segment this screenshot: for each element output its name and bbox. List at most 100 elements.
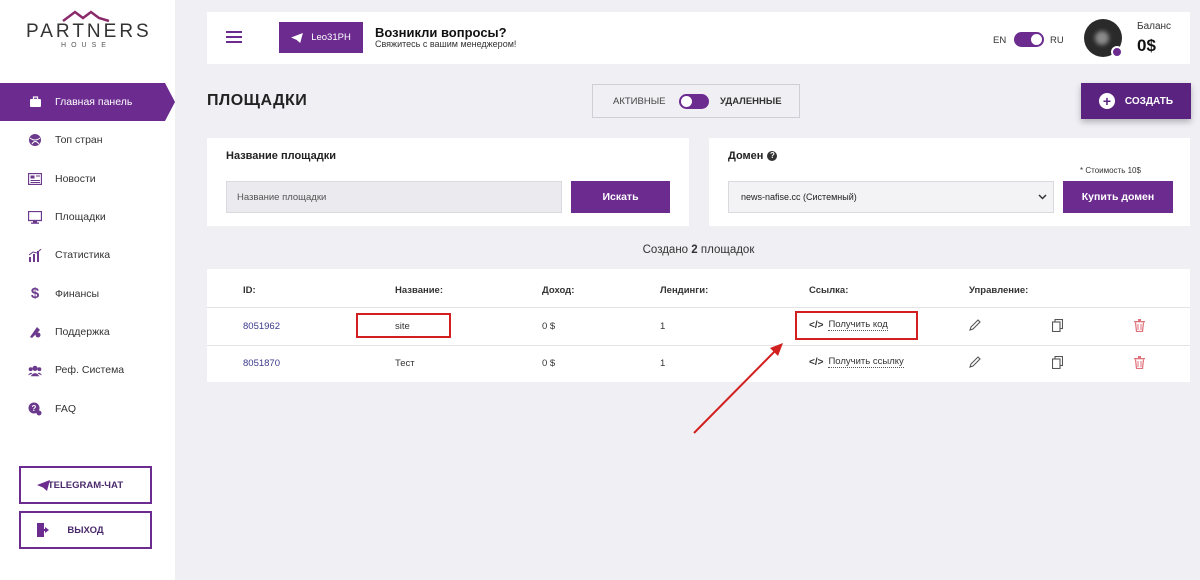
lang-ru-label[interactable]: RU: [1050, 35, 1064, 46]
sidebar-item-label: Финансы: [55, 287, 100, 300]
sidebar-item-dashboard[interactable]: Главная панель: [0, 83, 175, 122]
question-icon[interactable]: ?: [767, 151, 778, 161]
row-income: 0 $: [542, 321, 556, 332]
balance-label: Баланс: [1137, 21, 1172, 32]
created-suffix: площадок: [700, 244, 755, 256]
copy-icon[interactable]: [1052, 319, 1063, 332]
dollar-icon: $: [30, 285, 40, 303]
lang-en-label[interactable]: EN: [993, 35, 1006, 46]
created-count: Создано 2 площадок: [207, 244, 1190, 256]
sidebar-item-support[interactable]: Поддержка: [0, 313, 175, 351]
sidebar-item-label: Топ стран: [55, 134, 103, 147]
domain-card: Домен ? * Стоимость 10$ news-nafise.cc (…: [709, 138, 1190, 226]
search-button[interactable]: Искать: [571, 181, 670, 213]
sidebar-nav: Главная панель Топ стран Новости Площадк…: [0, 83, 175, 428]
table-divider: [207, 307, 1190, 308]
search-label: Название площадки: [226, 150, 336, 162]
create-button[interactable]: + СОЗДАТЬ: [1081, 83, 1191, 119]
domain-label: Домен: [728, 150, 764, 162]
sidebar: PARTNERS HOUSE Главная панель Топ стран …: [0, 0, 175, 580]
created-prefix: Создано: [642, 244, 689, 256]
faq-icon: ?: [28, 402, 42, 416]
domain-select[interactable]: news-nafise.cc (Системный): [728, 181, 1054, 213]
annotation-arrow-icon: [693, 343, 783, 434]
header-link: Ссылка:: [809, 285, 849, 296]
edit-pencil-icon[interactable]: [969, 356, 981, 368]
row-landings: 1: [660, 358, 666, 369]
platform-name-input[interactable]: [226, 181, 562, 213]
manager-name: Leo31PH: [311, 32, 351, 43]
newspaper-icon: [28, 172, 42, 186]
filter-toggle-switch[interactable]: [679, 94, 709, 109]
sidebar-item-faq[interactable]: ? FAQ: [0, 389, 175, 427]
search-card: Название площадки Искать: [207, 138, 689, 226]
filter-deleted-label[interactable]: УДАЛЕННЫЕ: [720, 96, 782, 107]
filter-active-label[interactable]: АКТИВНЫЕ: [613, 96, 665, 107]
avatar-dropdown-icon[interactable]: [1111, 46, 1123, 58]
sidebar-item-label: Главная панель: [55, 96, 133, 109]
exit-icon: [37, 523, 51, 537]
menu-icon[interactable]: [226, 31, 242, 43]
row-income: 0 $: [542, 358, 556, 369]
support-icon: [28, 325, 42, 339]
create-label: СОЗДАТЬ: [1124, 95, 1174, 107]
delete-trash-icon[interactable]: [1134, 356, 1145, 369]
row-name: Тест: [395, 358, 415, 369]
header-manage: Управление:: [969, 285, 1029, 296]
sidebar-item-label: FAQ: [55, 402, 77, 415]
row-landings: 1: [660, 321, 666, 332]
telegram-icon: [291, 32, 304, 43]
page-title: ПЛОЩАДКИ: [207, 92, 308, 109]
header-income: Доход:: [542, 285, 575, 296]
annotation-highlight-name: [356, 313, 451, 338]
domain-price-note: * Стоимость 10$: [1080, 166, 1141, 175]
sidebar-item-top-countries[interactable]: Топ стран: [0, 121, 175, 159]
header-id: ID:: [243, 285, 256, 296]
logo[interactable]: PARTNERS HOUSE: [26, 10, 152, 60]
domain-selected-value: news-nafise.cc (Системный): [741, 192, 857, 202]
logo-text: PARTNERS: [26, 21, 152, 42]
balance-value: 0$: [1137, 36, 1156, 55]
header-name: Название:: [395, 285, 444, 296]
domain-label-wrap: Домен ?: [728, 150, 778, 162]
telegram-chat-label: TELEGRAM-ЧАТ: [47, 479, 124, 491]
help-subtitle: Свяжитесь с вашим менеджером!: [375, 39, 517, 49]
monitor-icon: [28, 210, 42, 224]
sidebar-item-label: Новости: [55, 172, 96, 185]
manager-telegram-button[interactable]: Leo31PH: [279, 22, 363, 53]
users-icon: [28, 363, 42, 377]
sidebar-item-statistics[interactable]: Статистика: [0, 236, 175, 274]
sidebar-item-platforms[interactable]: Площадки: [0, 198, 175, 236]
telegram-chat-button[interactable]: TELEGRAM-ЧАТ: [19, 466, 152, 504]
buy-domain-button[interactable]: Купить домен: [1063, 181, 1173, 213]
sidebar-item-finance[interactable]: $ Финансы: [0, 274, 175, 312]
row-id[interactable]: 8051870: [243, 358, 280, 369]
sidebar-item-label: Поддержка: [55, 325, 110, 338]
copy-icon[interactable]: [1052, 356, 1063, 369]
help-title: Возникли вопросы?: [375, 25, 507, 40]
globe-icon: [28, 133, 42, 147]
language-toggle[interactable]: [1014, 32, 1044, 47]
edit-pencil-icon[interactable]: [969, 319, 981, 331]
annotation-highlight-code: [795, 311, 918, 340]
get-link-link[interactable]: </> Получить ссылку: [809, 356, 904, 368]
sidebar-item-label: Реф. Система: [55, 364, 125, 377]
svg-text:?: ?: [32, 404, 37, 413]
active-deleted-filter: АКТИВНЫЕ УДАЛЕННЫЕ: [592, 84, 800, 118]
get-link-label: Получить ссылку: [828, 356, 904, 368]
sidebar-item-referral[interactable]: Реф. Система: [0, 351, 175, 389]
logout-label: ВЫХОД: [67, 524, 104, 536]
code-icon: </>: [809, 356, 824, 368]
sidebar-item-news[interactable]: Новости: [0, 160, 175, 198]
avatar[interactable]: [1084, 19, 1123, 58]
chevron-down-icon: [1038, 192, 1047, 203]
sidebar-item-label: Площадки: [55, 211, 106, 224]
sidebar-item-label: Статистика: [55, 249, 111, 262]
delete-trash-icon[interactable]: [1134, 319, 1145, 332]
briefcase-icon: [28, 95, 42, 109]
row-id[interactable]: 8051962: [243, 321, 280, 332]
logout-button[interactable]: ВЫХОД: [19, 511, 152, 549]
top-header: Leo31PH Возникли вопросы? Свяжитесь с ва…: [207, 12, 1190, 64]
telegram-icon: [37, 479, 50, 491]
created-number: 2: [691, 244, 698, 256]
